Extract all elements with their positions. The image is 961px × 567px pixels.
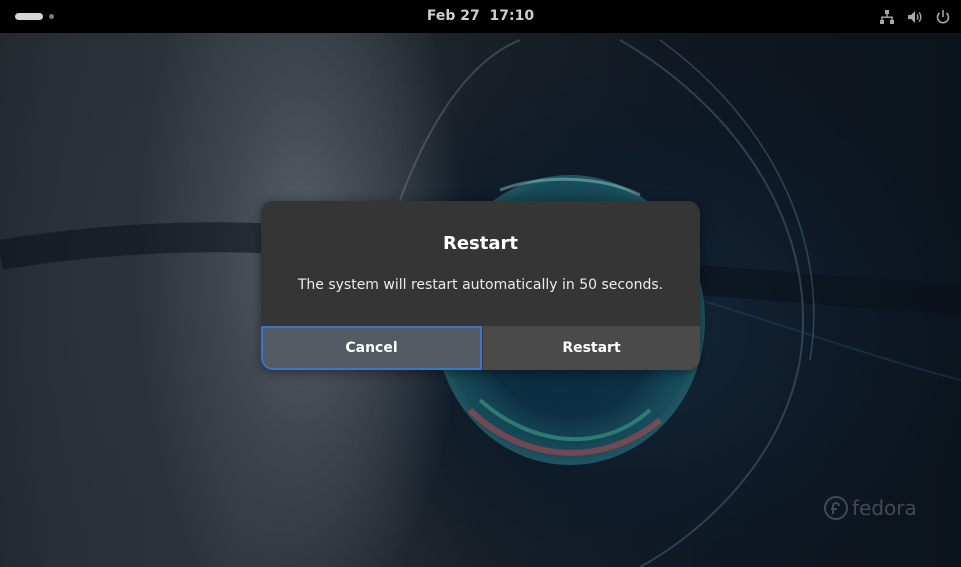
fedora-logo: fedora xyxy=(824,496,917,520)
clock[interactable]: Feb 27 17:10 xyxy=(0,0,961,33)
restart-dialog: Restart The system will restart automati… xyxy=(261,201,700,370)
network-icon[interactable] xyxy=(879,9,895,25)
fedora-wordmark: fedora xyxy=(852,496,917,520)
dialog-title: Restart xyxy=(442,233,518,254)
dialog-message: The system will restart automatically in… xyxy=(297,277,664,293)
desktop: Feb 27 17:10 Restart The system will res… xyxy=(0,0,961,567)
volume-icon[interactable] xyxy=(907,9,923,25)
restart-button[interactable]: Restart xyxy=(482,326,700,370)
dialog-button-row: Cancel Restart xyxy=(261,326,700,370)
power-icon[interactable] xyxy=(935,9,951,25)
fedora-icon xyxy=(824,496,848,520)
system-tray[interactable] xyxy=(879,0,951,33)
top-bar: Feb 27 17:10 xyxy=(0,0,961,33)
cancel-button[interactable]: Cancel xyxy=(261,326,482,370)
